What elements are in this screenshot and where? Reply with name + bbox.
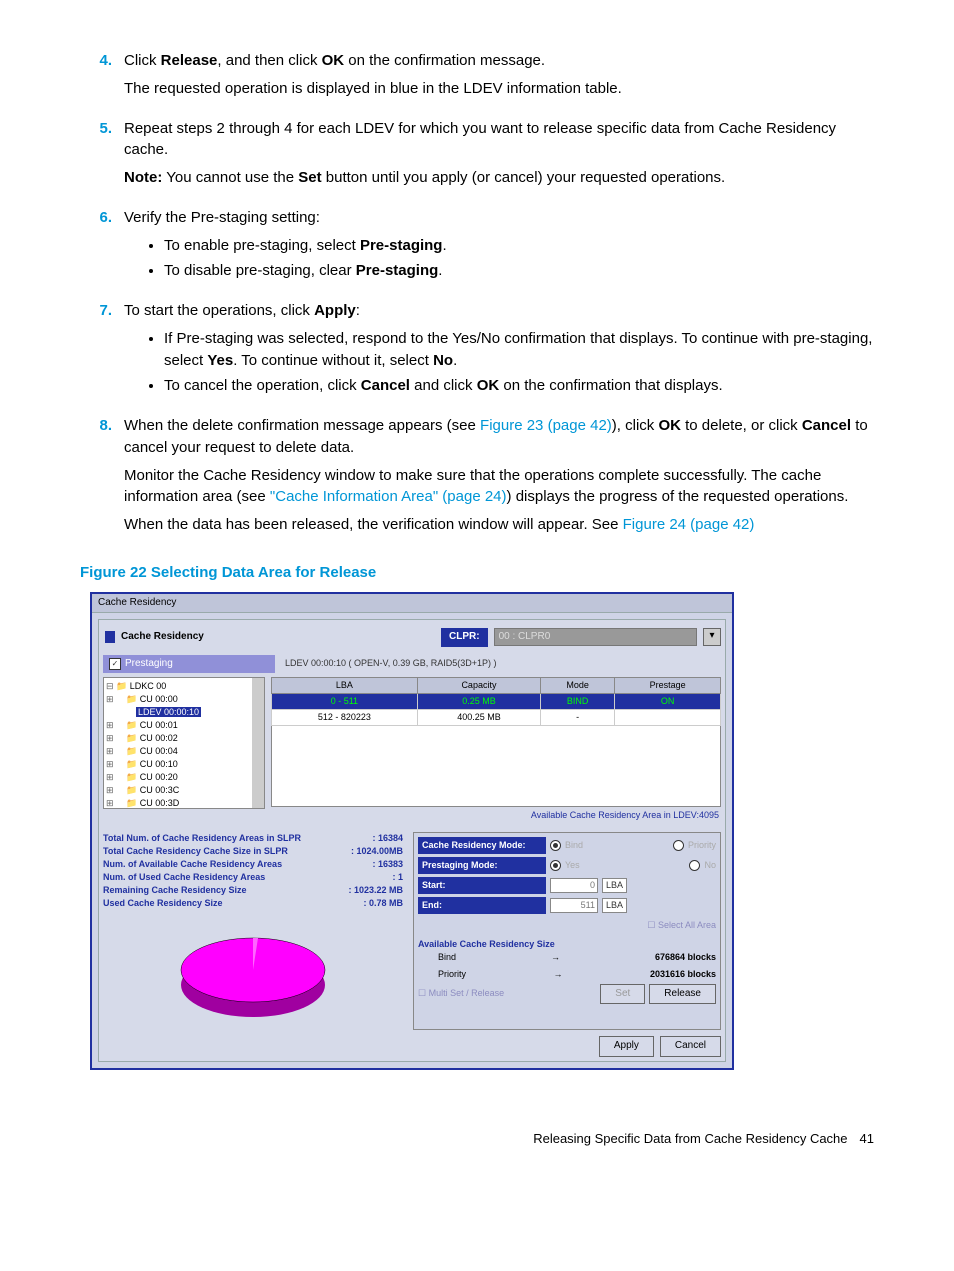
start-input[interactable]: 0 — [550, 878, 598, 893]
checkbox-icon: ✓ — [109, 658, 121, 670]
col-lba[interactable]: LBA — [272, 678, 418, 694]
tree-view[interactable]: 📁 LDKC 00📁 CU 00:00LDEV 00:00:10📁 CU 00:… — [103, 677, 265, 809]
ldev-info: LDEV 00:00:10 ( OPEN-V, 0.39 GB, RAID5(3… — [281, 655, 501, 672]
mode-label: Cache Residency Mode: — [418, 837, 546, 854]
step-body: To start the operations, click Apply: If… — [124, 300, 874, 403]
pie-chart — [163, 920, 343, 1030]
step-number: 8. — [80, 415, 124, 542]
multi-set-checkbox[interactable]: ☐ Multi Set / Release — [418, 985, 504, 1002]
bullet-list: If Pre-staging was selected, respond to … — [124, 328, 874, 397]
step-number: 7. — [80, 300, 124, 403]
col-capacity[interactable]: Capacity — [417, 678, 540, 694]
start-label: Start: — [418, 877, 546, 894]
radio-priority[interactable] — [673, 840, 684, 851]
bullet-list: To enable pre-staging, select Pre-stagin… — [124, 235, 874, 283]
xref-link[interactable]: Figure 23 (page 42) — [480, 417, 612, 434]
col-prestage[interactable]: Prestage — [615, 678, 721, 694]
table-row[interactable]: 0 - 5110.25 MBBINDON — [272, 694, 721, 710]
chevron-down-icon[interactable]: ▾ — [703, 628, 721, 646]
available-area-label: Available Cache Residency Area in LDEV:4… — [271, 807, 721, 824]
xref-link[interactable]: Figure 24 (page 42) — [623, 516, 755, 533]
select-all-checkbox[interactable]: ☐ Select All Area — [418, 917, 716, 934]
step-body: Click Release, and then click OK on the … — [124, 50, 874, 106]
ldev-table[interactable]: LBA Capacity Mode Prestage 0 - 5110.25 M… — [271, 677, 721, 726]
settings-panel: Cache Residency Mode: Bind Priority Pres… — [413, 832, 721, 1030]
step-number: 6. — [80, 207, 124, 288]
window-tab[interactable]: Cache Residency — [92, 594, 732, 614]
stats-panel: Total Num. of Cache Residency Areas in S… — [103, 832, 403, 1030]
page-footer: Releasing Specific Data from Cache Resid… — [80, 1130, 874, 1149]
set-button[interactable]: Set — [600, 984, 645, 1005]
radio-no[interactable] — [689, 860, 700, 871]
step-body: Repeat steps 2 through 4 for each LDEV f… — [124, 118, 874, 195]
clpr-select[interactable]: 00 : CLPR0 — [494, 628, 697, 646]
panel-title: Cache Residency — [103, 626, 206, 649]
step-number: 5. — [80, 118, 124, 195]
table-row[interactable]: 512 - 820223400.25 MB- — [272, 710, 721, 726]
scrollbar[interactable] — [252, 678, 264, 808]
prestage-label: Prestaging Mode: — [418, 857, 546, 874]
figure-title: Figure 22 Selecting Data Area for Releas… — [80, 562, 874, 584]
acrs-title: Available Cache Residency Size — [418, 938, 716, 951]
radio-yes[interactable] — [550, 860, 561, 871]
step-list: 4. Click Release, and then click OK on t… — [80, 50, 874, 542]
xref-link[interactable]: "Cache Information Area" (page 24) — [270, 488, 507, 505]
step-body: Verify the Pre-staging setting: To enabl… — [124, 207, 874, 288]
step-number: 4. — [80, 50, 124, 106]
release-button[interactable]: Release — [649, 984, 716, 1005]
radio-bind[interactable] — [550, 840, 561, 851]
screenshot-cache-residency: Cache Residency Cache Residency CLPR: 00… — [90, 592, 734, 1070]
col-mode[interactable]: Mode — [541, 678, 615, 694]
end-label: End: — [418, 897, 546, 914]
step-body: When the delete confirmation message app… — [124, 415, 874, 542]
prestaging-checkbox[interactable]: ✓ Prestaging — [103, 655, 275, 674]
end-input[interactable]: 511 — [550, 898, 598, 913]
clpr-label: CLPR: — [441, 628, 488, 647]
page-number: 41 — [860, 1130, 874, 1149]
cancel-button[interactable]: Cancel — [660, 1036, 721, 1057]
apply-button[interactable]: Apply — [599, 1036, 654, 1057]
